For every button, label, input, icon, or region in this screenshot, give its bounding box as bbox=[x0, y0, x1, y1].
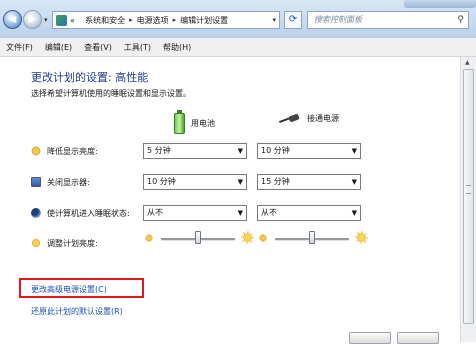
address-dropdown-icon[interactable]: ▾ bbox=[272, 16, 276, 24]
dim-display-battery-select[interactable]: 5 分钟 ▼ bbox=[143, 143, 247, 159]
sleep-icon bbox=[31, 208, 41, 218]
plan-settings-panel: 更改计划的设置: 高性能 选择希望计算机使用的睡眠设置和显示设置。 用电池 接通… bbox=[0, 57, 460, 342]
restore-defaults-link[interactable]: 还原此计划的默认设置(R) bbox=[31, 306, 123, 317]
page-subtitle: 选择希望计算机使用的睡眠设置和显示设置。 bbox=[31, 89, 191, 98]
chevron-down-icon: ▼ bbox=[237, 178, 243, 186]
search-icon[interactable]: ⚲ bbox=[457, 12, 464, 28]
advanced-settings-link[interactable]: 更改高级电源设置(C) bbox=[31, 284, 107, 295]
back-button[interactable]: ◀ bbox=[3, 10, 22, 29]
refresh-icon: ⟳ bbox=[288, 14, 298, 25]
breadcrumb-separator-icon[interactable]: ▸ bbox=[129, 16, 133, 24]
menu-edit[interactable]: 编辑(E) bbox=[39, 42, 78, 53]
menu-file[interactable]: 文件(F) bbox=[0, 42, 39, 53]
dim-display-plugged-select[interactable]: 10 分钟 ▼ bbox=[257, 143, 361, 159]
sleep-plugged-select[interactable]: 从不 ▼ bbox=[257, 205, 361, 221]
setting-row-sleep: 使计算机进入睡眠状态: bbox=[31, 205, 130, 221]
forward-button[interactable]: ▶ bbox=[23, 10, 42, 29]
sleep-battery-select[interactable]: 从不 ▼ bbox=[143, 205, 247, 221]
breadcrumb-item-edit-plan[interactable]: 编辑计划设置 bbox=[180, 15, 228, 26]
select-value: 5 分钟 bbox=[147, 146, 171, 155]
vertical-scrollbar[interactable]: ▲ bbox=[460, 57, 476, 342]
setting-label-dim-display: 降低显示亮度: bbox=[47, 146, 98, 156]
brightness-battery-slider[interactable] bbox=[145, 231, 255, 247]
select-value: 15 分钟 bbox=[261, 177, 290, 186]
select-value: 10 分钟 bbox=[261, 146, 290, 155]
scroll-up-icon[interactable]: ▲ bbox=[465, 59, 470, 66]
chevron-down-icon: ▼ bbox=[237, 147, 243, 155]
breadcrumb[interactable]: « 系统和安全 ▸ 电源选项 ▸ 编辑计划设置 ▾ bbox=[52, 11, 280, 29]
slider-thumb[interactable] bbox=[195, 231, 201, 244]
setting-label-sleep: 使计算机进入睡眠状态: bbox=[47, 208, 130, 218]
search-placeholder: 搜索控制面板 bbox=[314, 15, 362, 24]
monitor-icon bbox=[31, 177, 41, 187]
menu-tools[interactable]: 工具(T) bbox=[118, 42, 157, 53]
forward-arrow-icon: ▶ bbox=[28, 14, 37, 25]
breadcrumb-separator-icon[interactable]: ▸ bbox=[173, 16, 177, 24]
scrollbar-thumb[interactable] bbox=[463, 69, 474, 324]
cancel-button[interactable] bbox=[397, 332, 439, 344]
select-value: 从不 bbox=[147, 208, 163, 217]
refresh-button[interactable]: ⟳ bbox=[284, 11, 302, 29]
scrollbar-grip-icon bbox=[466, 185, 471, 194]
brightness-icon bbox=[31, 238, 41, 248]
control-panel-icon bbox=[56, 14, 67, 26]
slider-thumb[interactable] bbox=[309, 231, 315, 244]
brightness-plugged-slider[interactable] bbox=[259, 231, 369, 247]
column-label-plugged: 接通电源 bbox=[307, 114, 339, 123]
chevron-down-icon: ▼ bbox=[351, 178, 357, 186]
menu-help[interactable]: 帮助(H) bbox=[157, 42, 197, 53]
menu-bar: 文件(F) 编辑(E) 查看(V) 工具(T) 帮助(H) bbox=[0, 38, 476, 57]
menu-view[interactable]: 查看(V) bbox=[78, 42, 118, 53]
back-arrow-icon: ◀ bbox=[8, 14, 17, 25]
search-input[interactable]: 搜索控制面板 ⚲ bbox=[307, 11, 469, 29]
brightness-high-icon bbox=[241, 231, 254, 244]
column-header-plugged: 接通电源 bbox=[279, 113, 339, 124]
battery-icon bbox=[174, 110, 185, 134]
setting-row-turn-off-display: 关闭显示器: bbox=[31, 174, 90, 190]
setting-row-brightness: 调整计划亮度: bbox=[31, 235, 98, 251]
column-header-battery: 用电池 bbox=[174, 110, 215, 134]
address-bar-area: ◀ ▶ ▾ « 系统和安全 ▸ 电源选项 ▸ 编辑计划设置 ▾ ⟳ 搜索控制面板… bbox=[0, 0, 476, 38]
window-controls[interactable] bbox=[404, 0, 476, 8]
brightness-low-icon bbox=[145, 234, 153, 242]
turn-off-display-battery-select[interactable]: 10 分钟 ▼ bbox=[143, 174, 247, 190]
setting-row-dim-display: 降低显示亮度: bbox=[31, 143, 98, 159]
brightness-low-icon bbox=[259, 234, 267, 242]
select-value: 从不 bbox=[261, 208, 277, 217]
power-plug-icon bbox=[279, 114, 301, 124]
breadcrumb-item-power-options[interactable]: 电源选项 bbox=[137, 15, 169, 26]
setting-label-brightness: 调整计划亮度: bbox=[47, 238, 98, 248]
column-label-battery: 用电池 bbox=[191, 119, 215, 128]
chevron-down-icon: ▼ bbox=[237, 209, 243, 217]
breadcrumb-item-system-security[interactable]: 系统和安全 bbox=[85, 15, 125, 26]
chevron-down-icon: ▼ bbox=[351, 209, 357, 217]
turn-off-display-plugged-select[interactable]: 15 分钟 ▼ bbox=[257, 174, 361, 190]
save-changes-button[interactable] bbox=[349, 332, 391, 344]
chevron-down-icon: ▼ bbox=[351, 147, 357, 155]
history-dropdown-icon[interactable]: ▾ bbox=[44, 16, 48, 24]
page-title: 更改计划的设置: 高性能 bbox=[31, 71, 149, 84]
brightness-high-icon bbox=[355, 231, 368, 244]
setting-label-turn-off-display: 关闭显示器: bbox=[47, 177, 90, 187]
brightness-icon bbox=[31, 146, 41, 156]
select-value: 10 分钟 bbox=[147, 177, 176, 186]
breadcrumb-overflow[interactable]: « bbox=[70, 16, 75, 25]
